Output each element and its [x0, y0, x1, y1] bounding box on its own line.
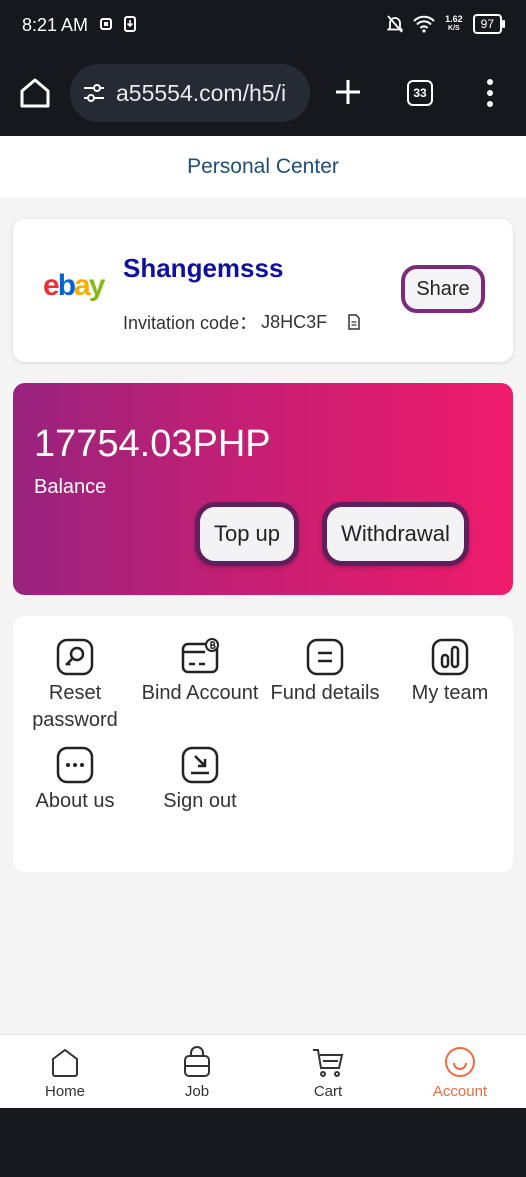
bar-chart-icon: [431, 638, 469, 676]
mute-icon: [387, 15, 404, 33]
username: Shangemsss: [123, 253, 284, 283]
key-icon: [56, 638, 94, 676]
copy-icon[interactable]: [347, 314, 361, 330]
bag-icon: [184, 1046, 210, 1077]
system-navigation-bar: [0, 1108, 526, 1177]
menu-item-fund-details[interactable]: Fund details: [263, 638, 387, 707]
menu-item-sign-out[interactable]: Sign out: [138, 746, 262, 815]
tab-cart[interactable]: Cart: [278, 1045, 378, 1100]
top-up-button[interactable]: Top up: [195, 502, 299, 566]
tab-switcher-button[interactable]: 33: [407, 80, 433, 106]
url-text[interactable]: a55554.com/h5/i: [116, 80, 286, 107]
smile-icon: [445, 1047, 475, 1077]
dots-icon: [56, 746, 94, 784]
new-tab-icon[interactable]: [332, 76, 364, 108]
card-icon: [181, 638, 219, 674]
invitation-code: J8HC3F: [261, 311, 328, 332]
menu-item-reset-password[interactable]: Reset password: [13, 638, 137, 734]
ebay-logo: ebay: [43, 269, 105, 302]
tab-account[interactable]: Account: [410, 1045, 510, 1100]
download-status-icon: [124, 16, 136, 32]
share-button[interactable]: Share: [401, 265, 485, 313]
sign-out-icon: [181, 746, 219, 784]
tab-job[interactable]: Job: [147, 1045, 247, 1100]
balance-label: Balance: [34, 476, 107, 498]
browser-toolbar: a55554.com/h5/i 33: [0, 52, 526, 136]
withdrawal-button[interactable]: Withdrawal: [322, 502, 469, 566]
net-speed: 1.62 K/S: [445, 14, 463, 33]
tab-home[interactable]: Home: [15, 1045, 115, 1100]
battery-indicator: 97: [472, 14, 506, 34]
profile-card: ebay Shangemsss Invitation code： J8HC3F …: [13, 219, 513, 362]
more-menu-icon[interactable]: [482, 78, 498, 108]
menu-item-about-us[interactable]: About us: [13, 746, 137, 815]
invitation-code-row: Invitation code： J8HC3F: [123, 309, 361, 335]
home-icon[interactable]: [18, 76, 52, 110]
sim-icon: [100, 18, 112, 30]
home-icon: [52, 1048, 78, 1077]
status-time: 8:21 AM: [22, 15, 89, 35]
site-settings-icon[interactable]: [82, 81, 106, 105]
balance-card: 17754.03PHP Balance Top up Withdrawal: [13, 383, 513, 595]
page-title: Personal Center: [0, 136, 526, 198]
list-icon: [306, 638, 344, 676]
menu-item-my-team[interactable]: My team: [388, 638, 512, 707]
wifi-icon: [413, 15, 435, 33]
menu-item-bind-account[interactable]: Bind Account: [138, 638, 262, 707]
cart-icon: [313, 1049, 344, 1077]
status-bar: 8:21 AM 1.62 K/S 97: [0, 0, 526, 52]
menu-grid: Reset password Bind Account Fund details…: [13, 616, 513, 872]
url-bar[interactable]: a55554.com/h5/i: [70, 64, 310, 122]
bottom-tab-bar: Home Job Cart Account: [0, 1034, 526, 1109]
invitation-code-label: Invitation code：: [123, 313, 258, 333]
balance-amount: 17754.03PHP: [34, 423, 271, 465]
